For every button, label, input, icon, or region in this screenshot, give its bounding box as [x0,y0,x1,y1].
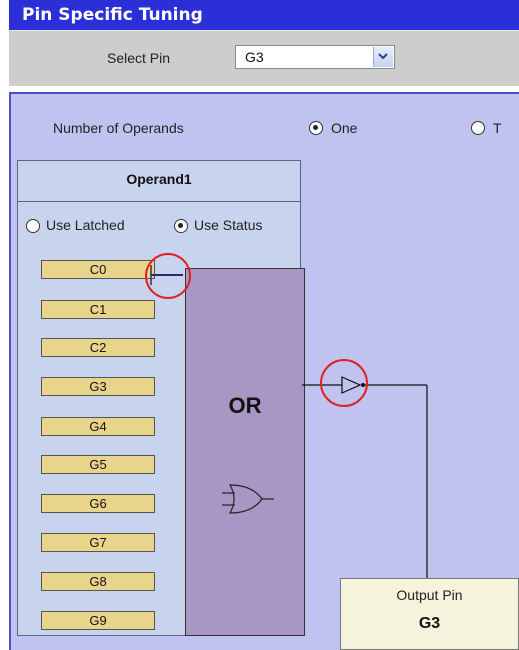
output-pin-box: Output Pin G3 [340,578,519,650]
use-latched-radio[interactable] [26,219,40,233]
pin-button-c1[interactable]: C1 [41,300,155,319]
pin-button-g5[interactable]: G5 [41,455,155,474]
operands-two-label[interactable]: T [493,120,502,136]
or-gate-icon [222,484,274,514]
pin-button-c2[interactable]: C2 [41,338,155,357]
pin-button-g3[interactable]: G3 [41,377,155,396]
use-latched-label[interactable]: Use Latched [46,217,125,233]
use-status-radio[interactable] [174,219,188,233]
operands-two-radio[interactable] [471,121,485,135]
or-gate-label: OR [228,393,262,418]
pin-button-g9[interactable]: G9 [41,611,155,630]
operand1-title: Operand1 [126,171,192,187]
output-pin-value: G3 [418,615,441,632]
pin-button-g4[interactable]: G4 [41,417,155,436]
number-of-operands-label: Number of Operands [53,120,184,136]
select-pin-label: Select Pin [107,50,171,66]
or-gate-block[interactable]: OR [185,268,305,636]
divider [18,201,300,202]
output-pin-label: Output Pin [396,587,463,603]
operands-one-radio[interactable] [309,121,323,135]
use-status-label[interactable]: Use Status [194,217,262,233]
pin-button-g8[interactable]: G8 [41,572,155,591]
dropdown-button[interactable] [373,47,393,67]
pin-button-g6[interactable]: G6 [41,494,155,513]
select-pin-bar: Select Pin G3 [9,30,519,86]
tuning-panel: Number of Operands One T Operand1 Use La… [9,92,519,650]
select-pin-value: G3 [245,49,264,65]
pin-button-c0[interactable]: C0 [41,260,155,279]
chevron-down-icon [378,53,388,60]
panel-title: Pin Specific Tuning [9,0,519,30]
operands-one-label[interactable]: One [331,120,357,136]
pin-button-g7[interactable]: G7 [41,533,155,552]
select-pin-dropdown[interactable]: G3 [235,45,395,69]
